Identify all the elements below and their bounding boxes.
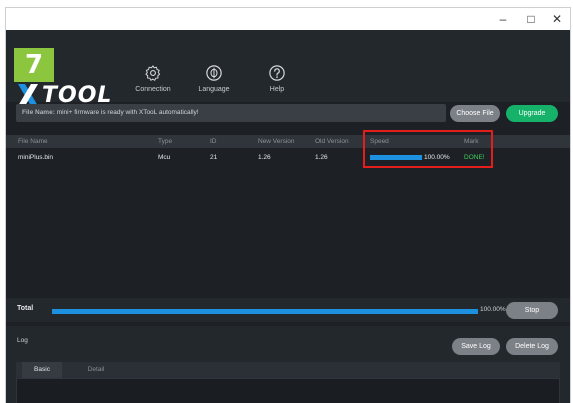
nav-language[interactable]: Language <box>184 64 244 93</box>
file-name-field: File Name: mini+ firmware is ready with … <box>16 104 446 122</box>
save-log-button[interactable]: Save Log <box>452 338 500 355</box>
cell-type: Mcu <box>158 154 171 161</box>
help-icon <box>269 65 285 81</box>
minimize-button[interactable]: – <box>488 8 518 30</box>
header-id: ID <box>210 138 217 145</box>
nav-help[interactable]: Help <box>247 64 307 93</box>
nav-connection-label: Connection <box>135 86 171 93</box>
header: 7 TOOL Connection Language Help <box>6 30 570 108</box>
header-new-version: New Version <box>258 138 295 145</box>
header-type: Type <box>158 138 173 145</box>
log-label: Log <box>17 337 28 344</box>
cell-new-version: 1.26 <box>258 154 271 161</box>
log-tabs: Basic Detail <box>16 362 560 378</box>
nav-language-label: Language <box>198 86 230 93</box>
globe-icon <box>206 65 222 81</box>
close-button[interactable]: ✕ <box>542 8 570 30</box>
total-percent: 100.00% <box>480 306 506 313</box>
header-old-version: Old Version <box>315 138 349 145</box>
delete-log-button[interactable]: Delete Log <box>506 338 558 355</box>
log-output <box>16 378 560 403</box>
total-section: Total 100.00% Stop <box>6 298 570 322</box>
title-bar: – □ ✕ <box>6 8 570 30</box>
app-window: – □ ✕ 7 TOOL Connection Language Help Fi… <box>6 8 570 403</box>
file-name-text: mini+ firmware is ready with XTooL autom… <box>56 109 199 116</box>
upgrade-button[interactable]: Upgrade <box>506 105 558 122</box>
step-badge: 7 <box>14 48 54 82</box>
tab-detail[interactable]: Detail <box>76 362 116 378</box>
cell-id: 21 <box>210 154 218 161</box>
speed-mark-highlight <box>363 130 493 168</box>
total-progress-bar <box>52 309 478 314</box>
cell-file-name: miniPlus.bin <box>18 154 54 161</box>
nav-connection[interactable]: Connection <box>123 64 183 93</box>
header-file-name: File Name <box>18 138 48 145</box>
gear-icon <box>145 65 161 81</box>
nav-help-label: Help <box>269 86 285 93</box>
file-name-prefix: File Name: <box>22 109 55 116</box>
total-label: Total <box>17 305 34 312</box>
choose-file-button[interactable]: Choose File <box>450 105 500 122</box>
tab-basic[interactable]: Basic <box>22 362 62 378</box>
cell-old-version: 1.26 <box>315 154 328 161</box>
log-section: Log Save Log Delete Log Basic Detail <box>6 326 570 403</box>
stop-button[interactable]: Stop <box>506 302 558 319</box>
